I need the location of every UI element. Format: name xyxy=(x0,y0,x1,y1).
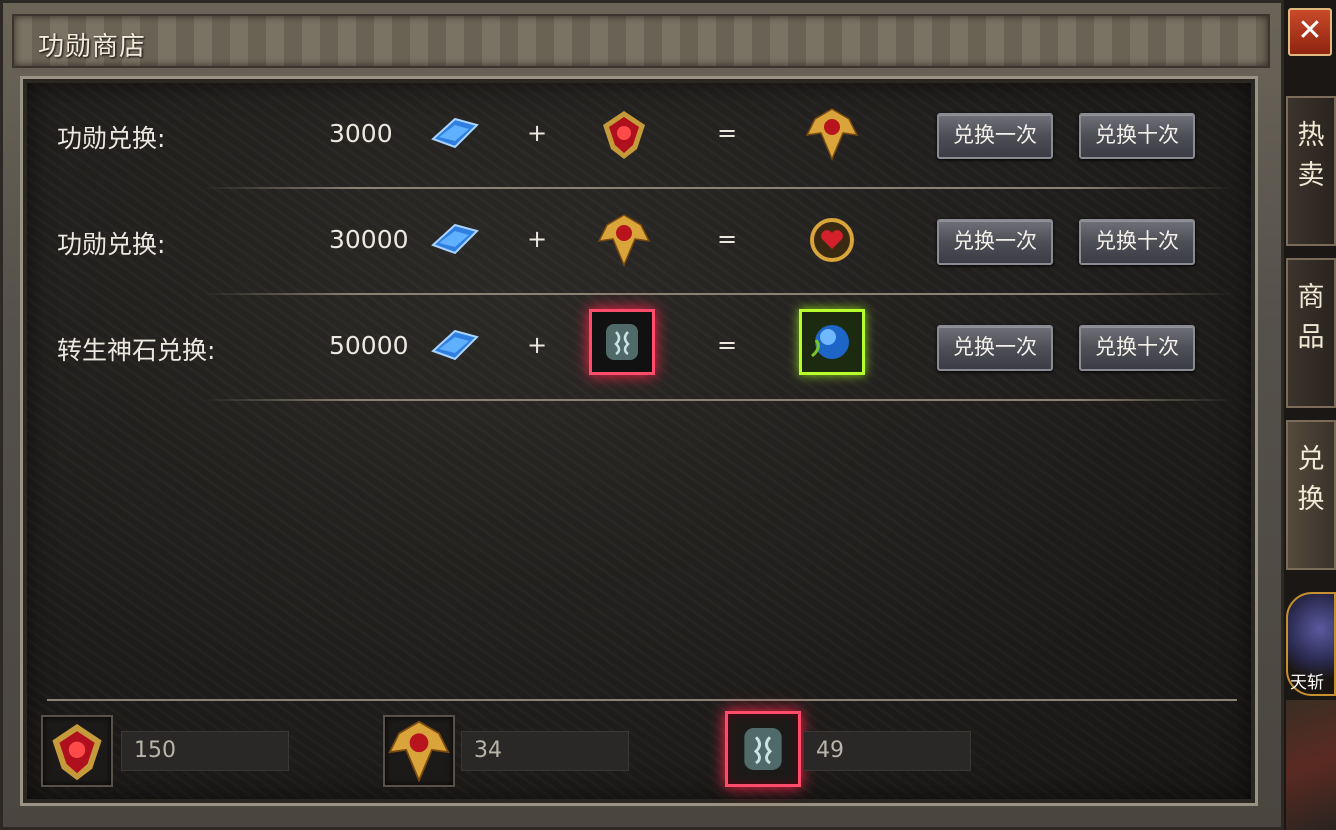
title-bar xyxy=(12,14,1270,68)
row-label: 功勋兑换: xyxy=(57,124,166,153)
red-medal-icon xyxy=(595,105,653,163)
row-divider xyxy=(203,399,1233,401)
tab-label: 卖 xyxy=(1297,160,1325,191)
blue-crystal-icon xyxy=(425,317,483,375)
exchange-row: 功勋兑换: 30000 + = 兑换一次 兑换十次 xyxy=(23,189,1259,295)
blue-crystal-icon xyxy=(425,105,483,163)
row-cost: 50000 xyxy=(329,331,409,360)
exchange-row: 转生神石兑换: 50000 + = 兑换一次 兑换十次 xyxy=(23,295,1259,401)
tab-label: 兑 xyxy=(1297,444,1325,475)
exchange-panel: 功勋兑换: 3000 + = 兑换一次 兑换十次 功勋兑换: 30000 + =… xyxy=(20,76,1258,806)
row-label: 转生神石兑换: xyxy=(57,336,216,365)
plus-sign: + xyxy=(527,225,548,253)
equals-sign: = xyxy=(717,331,738,359)
side-decoration xyxy=(1286,700,1336,830)
gold-winged-medal-icon xyxy=(595,211,653,269)
red-medal-icon xyxy=(52,724,102,781)
exchange-once-button[interactable]: 兑换一次 xyxy=(937,219,1053,265)
round-heart-medal-icon xyxy=(803,211,861,269)
row-cost: 30000 xyxy=(329,225,409,254)
exchange-row: 功勋兑换: 3000 + = 兑换一次 兑换十次 xyxy=(23,83,1259,189)
tab-label: 品 xyxy=(1297,322,1325,353)
gold-winged-medal-icon xyxy=(388,720,450,783)
close-button[interactable]: ✕ xyxy=(1288,8,1332,56)
exchange-once-button[interactable]: 兑换一次 xyxy=(937,325,1053,371)
blue-crystal-icon xyxy=(425,211,483,269)
blue-orb-icon xyxy=(799,309,865,375)
inventory-count: 49 xyxy=(803,731,971,771)
rebirth-stone-icon xyxy=(744,728,782,770)
tab-exchange[interactable]: 兑 换 xyxy=(1286,420,1336,570)
window-title: 功勋商店 xyxy=(38,32,147,62)
tab-label: 换 xyxy=(1297,484,1325,515)
tab-hot-sale[interactable]: 热 卖 xyxy=(1286,96,1336,246)
tab-label: 热 xyxy=(1297,120,1325,151)
plus-sign: + xyxy=(527,331,548,359)
exchange-ten-button[interactable]: 兑换十次 xyxy=(1079,325,1195,371)
plus-sign: + xyxy=(527,119,548,147)
inventory-slot[interactable] xyxy=(383,715,455,787)
tab-goods[interactable]: 商 品 xyxy=(1286,258,1336,408)
inventory-count: 150 xyxy=(121,731,289,771)
inventory-divider xyxy=(47,699,1237,701)
gold-winged-medal-icon xyxy=(803,105,861,163)
skill-label: 天斩 xyxy=(1290,673,1324,693)
exchange-ten-button[interactable]: 兑换十次 xyxy=(1079,219,1195,265)
inventory-slot[interactable] xyxy=(41,715,113,787)
equals-sign: = xyxy=(717,225,738,253)
exchange-ten-button[interactable]: 兑换十次 xyxy=(1079,113,1195,159)
row-label: 功勋兑换: xyxy=(57,230,166,259)
inventory-count: 34 xyxy=(461,731,629,771)
exchange-once-button[interactable]: 兑换一次 xyxy=(937,113,1053,159)
tab-label: 商 xyxy=(1297,282,1325,313)
row-cost: 3000 xyxy=(329,119,393,148)
rebirth-stone-icon xyxy=(589,309,655,375)
inventory-slot[interactable] xyxy=(725,711,801,787)
equals-sign: = xyxy=(717,119,738,147)
